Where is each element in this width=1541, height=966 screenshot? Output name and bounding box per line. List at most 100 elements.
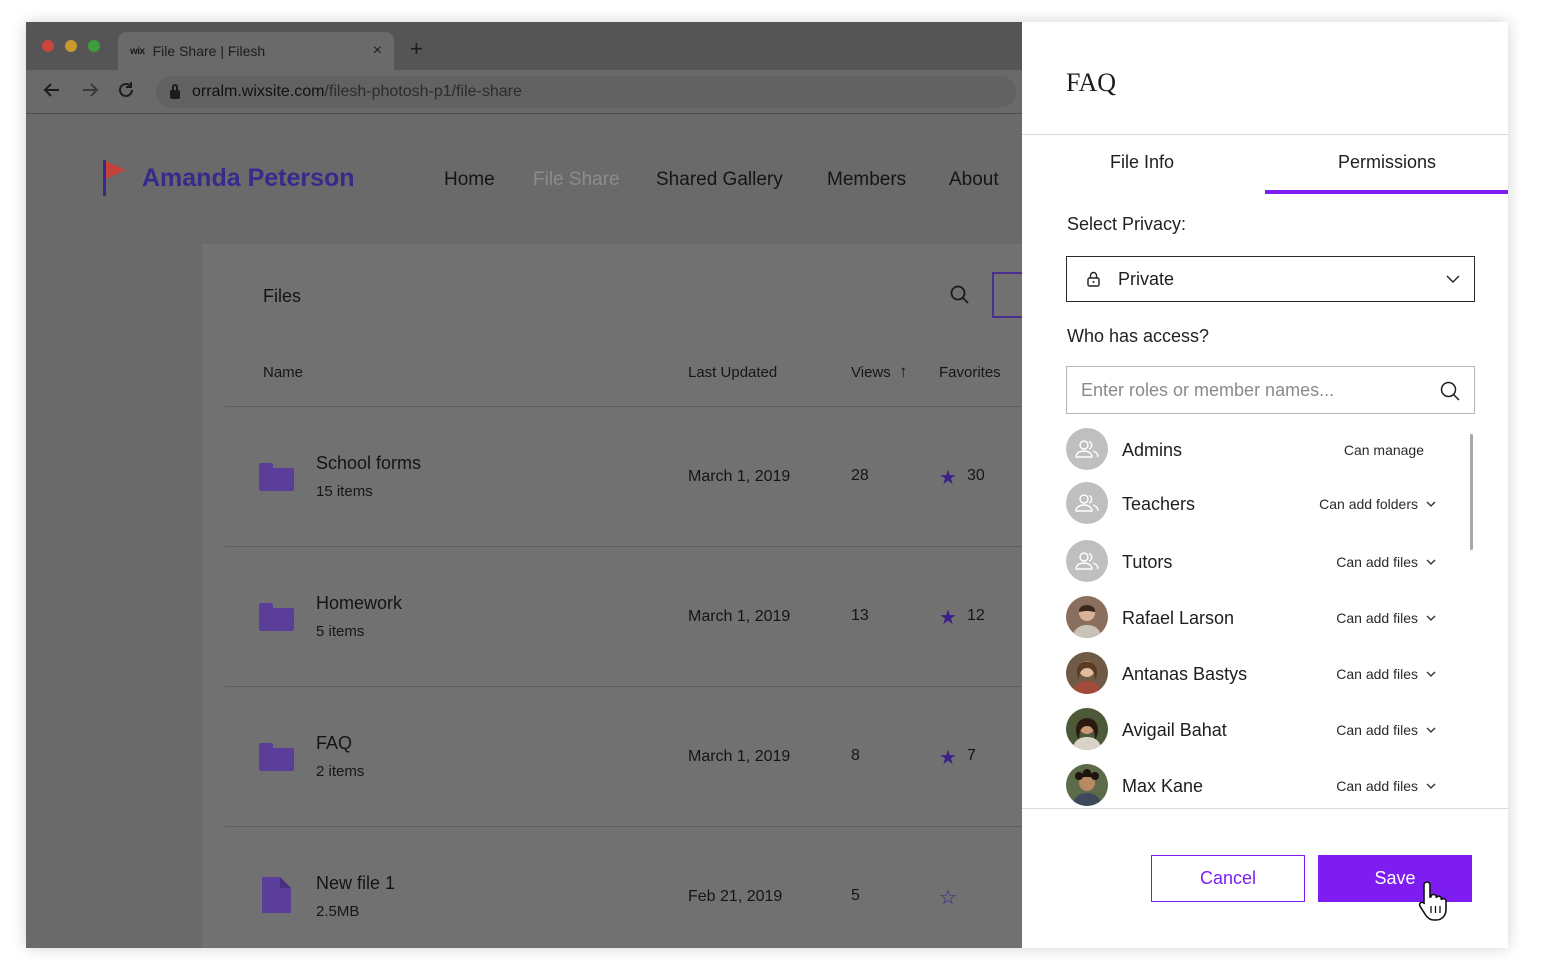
address-bar: orralm.wixsite.com/filesh-photosh-p1/fil… (26, 70, 1022, 114)
permission-dropdown[interactable]: Can add folders (1319, 496, 1436, 512)
permission-dropdown[interactable]: Can add files (1336, 666, 1436, 682)
cancel-button[interactable]: Cancel (1151, 855, 1305, 902)
sort-arrow-icon[interactable]: ↑ (899, 362, 908, 382)
column-header-favorites[interactable]: Favorites (939, 364, 1001, 381)
nav-about[interactable]: About (949, 169, 999, 191)
tab-file-info[interactable]: File Info (1110, 152, 1174, 173)
member-name: Rafael Larson (1122, 608, 1235, 628)
row-subtitle: 2 items (316, 763, 365, 780)
row-name: Homework (316, 593, 403, 613)
person-avatar (1066, 764, 1108, 806)
tab-close-icon[interactable]: × (373, 42, 382, 60)
permission-label: Can add folders (1319, 496, 1418, 512)
person-avatar (1066, 596, 1108, 638)
member-name: Teachers (1122, 494, 1196, 514)
table-row[interactable]: Homework 5 items March 1, 2019 13 ★ 12 (225, 547, 1035, 687)
row-views: 13 (851, 607, 869, 624)
row-subtitle: 2.5MB (316, 903, 360, 920)
chevron-down-icon (1426, 727, 1436, 733)
star-filled-icon[interactable]: ★ (939, 605, 957, 630)
member-list: Admins Can manage Teachers Can add folde… (1066, 426, 1486, 806)
search-icon[interactable] (1439, 380, 1461, 402)
flag-logo-icon (103, 160, 126, 196)
member-list-scrollbar[interactable] (1470, 434, 1473, 550)
member-name: Avigail Bahat (1122, 720, 1227, 740)
row-favorites: 12 (967, 607, 985, 624)
chevron-down-icon (1446, 275, 1460, 283)
row-date: March 1, 2019 (688, 468, 791, 485)
permission-dropdown[interactable]: Can add files (1336, 554, 1436, 570)
column-header-views[interactable]: Views (851, 364, 891, 381)
list-item: Tutors Can add files (1066, 540, 1476, 584)
url-path: /filesh-photosh-p1/file-share (324, 83, 522, 100)
website-content: Amanda Peterson Home File Share Shared G… (26, 114, 1052, 948)
permission-label: Can add files (1336, 666, 1418, 682)
row-views: 5 (851, 887, 860, 904)
row-favorites: 30 (967, 467, 985, 484)
list-item: Admins Can manage (1066, 428, 1476, 472)
list-item: Avigail Bahat Can add files (1066, 708, 1476, 752)
permission-dropdown[interactable]: Can add files (1336, 778, 1436, 794)
permission-dropdown[interactable]: Can add files (1336, 610, 1436, 626)
member-name: Max Kane (1122, 776, 1204, 796)
tab-permissions[interactable]: Permissions (1338, 152, 1436, 173)
permission-label: Can add files (1336, 778, 1418, 794)
save-button[interactable]: Save (1318, 855, 1472, 902)
person-avatar (1066, 708, 1108, 750)
forward-arrow-icon[interactable] (80, 80, 100, 106)
permission-label: Can manage (1343, 442, 1424, 458)
star-filled-icon[interactable]: ★ (939, 745, 957, 770)
list-item: Rafael Larson Can add files (1066, 596, 1476, 640)
row-date: Feb 21, 2019 (688, 888, 783, 905)
chevron-down-icon (1426, 559, 1436, 565)
member-search-input[interactable] (1067, 367, 1427, 413)
list-item: Teachers Can add folders (1066, 482, 1476, 526)
minimize-window-button[interactable] (65, 40, 77, 52)
group-icon (1075, 552, 1099, 570)
nav-shared-gallery[interactable]: Shared Gallery (656, 169, 783, 191)
search-icon[interactable] (949, 284, 971, 306)
access-label: Who has access? (1067, 326, 1210, 346)
star-outline-icon[interactable]: ☆ (939, 885, 957, 910)
column-header-last-updated[interactable]: Last Updated (688, 364, 777, 381)
privacy-dropdown[interactable]: Private (1066, 256, 1475, 302)
list-item: Antanas Bastys Can add files (1066, 652, 1476, 696)
lock-icon (1087, 271, 1100, 287)
group-avatar (1066, 482, 1108, 524)
nav-home[interactable]: Home (444, 169, 495, 191)
maximize-window-button[interactable] (88, 40, 100, 52)
chevron-down-icon (1426, 783, 1436, 789)
chevron-down-icon (1426, 615, 1436, 621)
files-title: Files (263, 286, 302, 306)
member-permission: Can manage (1344, 442, 1424, 458)
row-date: March 1, 2019 (688, 608, 791, 625)
footer-divider (1022, 808, 1508, 809)
row-views: 28 (851, 467, 869, 484)
permission-dropdown[interactable]: Can add files (1336, 722, 1436, 738)
group-icon (1075, 494, 1099, 512)
reload-icon[interactable] (116, 80, 136, 106)
row-name: New file 1 (316, 873, 396, 893)
back-arrow-icon[interactable] (42, 80, 62, 106)
column-header-name[interactable]: Name (263, 364, 303, 381)
row-name: School forms (316, 453, 422, 473)
url-host: orralm.wixsite.com (192, 83, 325, 100)
member-name: Admins (1122, 440, 1183, 460)
row-date: March 1, 2019 (688, 748, 791, 765)
browser-chrome: wix File Share | Filesh × + orralm.wixsi… (26, 22, 1022, 114)
member-name: Antanas Bastys (1122, 664, 1248, 684)
nav-file-share[interactable]: File Share (533, 169, 620, 191)
site-brand[interactable]: Amanda Peterson (142, 164, 355, 193)
browser-tab[interactable]: wix File Share | Filesh × (118, 32, 394, 70)
close-window-button[interactable] (42, 40, 54, 52)
table-row[interactable]: School forms 15 items March 1, 2019 28 ★… (225, 407, 1035, 547)
nav-members[interactable]: Members (827, 169, 906, 191)
privacy-label: Select Privacy: (1067, 214, 1187, 234)
tab-strip: wix File Share | Filesh × + (26, 22, 1022, 70)
table-row[interactable]: FAQ 2 items March 1, 2019 8 ★ 7 (225, 687, 1035, 827)
file-icon (262, 877, 291, 913)
star-filled-icon[interactable]: ★ (939, 465, 957, 490)
url-field[interactable]: orralm.wixsite.com/filesh-photosh-p1/fil… (156, 76, 1016, 108)
table-row[interactable]: New file 1 2.5MB Feb 21, 2019 5 ☆ (225, 827, 1035, 948)
new-tab-icon[interactable]: + (410, 36, 423, 62)
